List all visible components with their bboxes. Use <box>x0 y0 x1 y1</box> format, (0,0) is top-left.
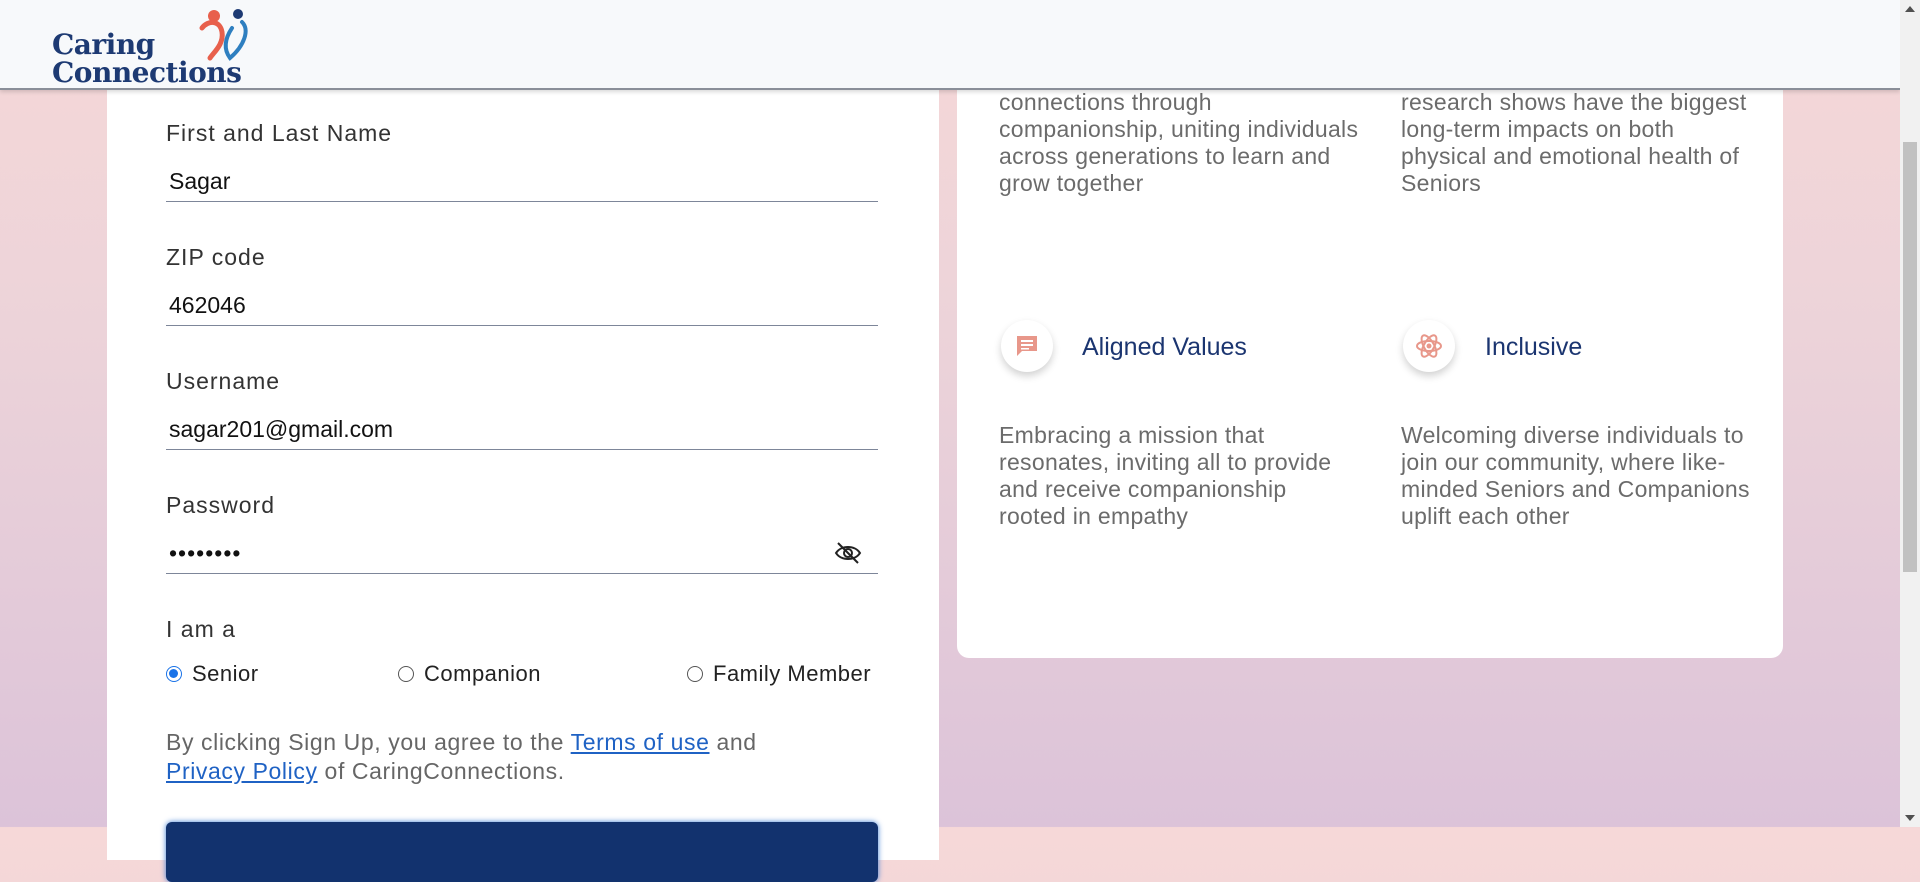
inclusive-icon-badge <box>1403 320 1455 372</box>
role-senior-radio[interactable]: Senior <box>166 661 259 687</box>
username-label: Username <box>166 368 281 394</box>
zip-label: ZIP code <box>166 244 266 270</box>
scrollbar-thumb[interactable] <box>1903 142 1917 572</box>
zip-input[interactable] <box>166 286 878 326</box>
terms-of-use-link[interactable]: Terms of use <box>571 729 710 755</box>
companionship-description: connections through companionship, uniti… <box>999 89 1359 196</box>
inclusive-title: Inclusive <box>1485 333 1583 361</box>
password-label: Password <box>166 492 275 518</box>
terms-prefix-text: By clicking Sign Up, you agree to the <box>166 729 565 755</box>
inclusive-description: Welcoming diverse individuals to join ou… <box>1401 422 1750 529</box>
role-radio-group: Senior Companion Family Member <box>166 661 878 691</box>
scroll-down-arrow-icon[interactable] <box>1905 815 1915 821</box>
page-scrollbar[interactable] <box>1900 0 1920 827</box>
hide-password-eye-icon[interactable] <box>833 538 863 568</box>
site-header: Caring Connections <box>0 0 1900 90</box>
username-input[interactable] <box>166 410 878 450</box>
privacy-policy-link[interactable]: Privacy Policy <box>166 758 318 784</box>
terms-and-text: and <box>716 729 757 755</box>
password-input[interactable] <box>166 534 878 574</box>
aligned-values-description: Embracing a mission that resonates, invi… <box>999 422 1332 529</box>
atom-icon <box>1416 334 1442 358</box>
caring-connections-logo[interactable]: Caring Connections <box>52 6 248 89</box>
radio-label: Senior <box>192 661 259 686</box>
aligned-values-title: Aligned Values <box>1082 333 1247 361</box>
terms-suffix-text: of CaringConnections. <box>324 758 565 784</box>
radio-button[interactable] <box>398 666 414 682</box>
role-family-member-radio[interactable]: Family Member <box>687 661 871 687</box>
features-card: connections through companionship, uniti… <box>957 40 1783 658</box>
health-impact-description: research shows have the biggest long-ter… <box>1401 89 1747 196</box>
logo-text-connections: Connections <box>52 56 242 89</box>
radio-button[interactable] <box>687 666 703 682</box>
aligned-values-icon-badge <box>1001 320 1053 372</box>
radio-label: Family Member <box>713 661 872 686</box>
terms-notice: By clicking Sign Up, you agree to the Te… <box>166 728 878 786</box>
radio-button-checked[interactable] <box>166 666 182 682</box>
role-companion-radio[interactable]: Companion <box>398 661 541 687</box>
scroll-up-arrow-icon[interactable] <box>1905 6 1915 12</box>
role-label: I am a <box>166 616 236 642</box>
sign-up-button[interactable] <box>166 822 878 882</box>
name-input[interactable] <box>166 162 878 202</box>
signup-form-card: First and Last Name ZIP code Username Pa… <box>107 60 939 882</box>
radio-label: Companion <box>424 661 542 686</box>
chat-icon <box>1017 336 1037 356</box>
name-label: First and Last Name <box>166 120 393 146</box>
heart-figures-icon <box>199 9 248 61</box>
